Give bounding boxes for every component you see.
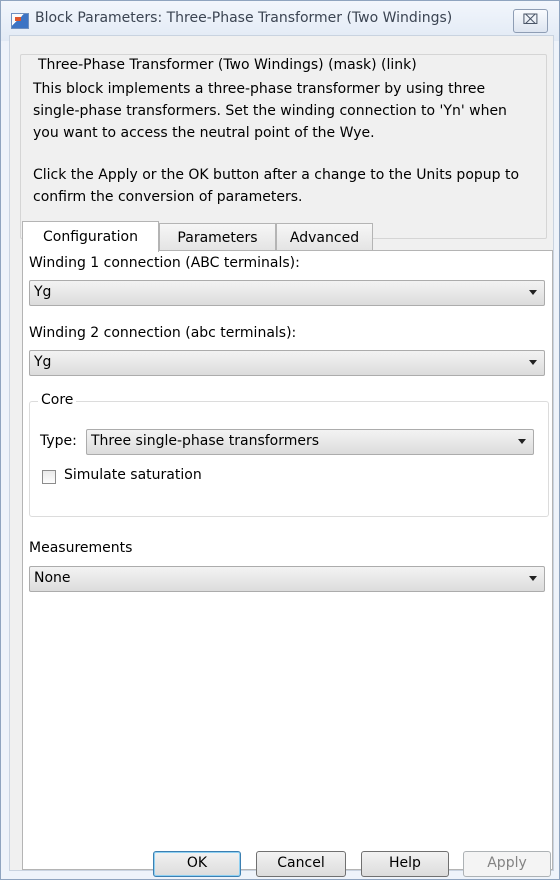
simulate-saturation-checkbox[interactable] [42, 470, 56, 484]
winding2-select[interactable]: Yg [29, 350, 545, 376]
chevron-down-icon [529, 290, 537, 295]
cancel-button-label: Cancel [277, 855, 325, 871]
tab-parameters[interactable]: Parameters [159, 223, 276, 252]
description-line-1: This block implements a three-phase tran… [33, 81, 486, 97]
simulink-block-icon [11, 13, 29, 29]
tab-configuration-label: Configuration [43, 229, 138, 245]
core-type-select[interactable]: Three single-phase transformers [86, 429, 534, 455]
winding1-value: Yg [34, 284, 52, 300]
help-button[interactable]: Help [361, 851, 449, 877]
winding1-select[interactable]: Yg [29, 280, 545, 306]
dialog-window: Block Parameters: Three-Phase Transforme… [0, 0, 560, 880]
measurements-select[interactable]: None [29, 566, 545, 592]
help-button-label: Help [389, 855, 421, 871]
note-line-2: confirm the conversion of parameters. [33, 189, 303, 205]
core-legend: Core [38, 392, 77, 408]
chevron-down-icon [518, 439, 526, 444]
chevron-down-icon [529, 360, 537, 365]
tab-parameters-label: Parameters [177, 230, 258, 246]
core-group: Core Type: Three single-phase transforme… [29, 392, 549, 517]
ok-button-label: OK [186, 855, 208, 871]
chevron-down-icon [529, 576, 537, 581]
apply-button-label: Apply [487, 855, 527, 871]
core-type-label: Type: [40, 433, 77, 449]
description-line-3: you want to access the neutral point of … [33, 125, 375, 141]
ok-button[interactable]: OK [153, 851, 241, 877]
simulate-saturation-label[interactable]: Simulate saturation [64, 467, 202, 483]
close-icon: ⌧ [522, 12, 539, 28]
configuration-panel: Winding 1 connection (ABC terminals): Yg… [22, 250, 553, 870]
core-type-value: Three single-phase transformers [91, 433, 320, 449]
close-button[interactable]: ⌧ [513, 9, 548, 33]
description-line-2: single-phase transformers. Set the windi… [33, 103, 507, 119]
dialog-body: Three-Phase Transformer (Two Windings) (… [9, 35, 554, 877]
apply-button[interactable]: Apply [463, 851, 551, 877]
measurements-label: Measurements [29, 540, 133, 556]
winding1-label: Winding 1 connection (ABC terminals): [29, 255, 300, 271]
measurements-value: None [34, 570, 71, 586]
winding2-value: Yg [34, 354, 52, 370]
winding2-label: Winding 2 connection (abc terminals): [29, 325, 297, 341]
tab-advanced-label: Advanced [289, 230, 360, 246]
tab-advanced[interactable]: Advanced [276, 223, 373, 252]
mask-header: Three-Phase Transformer (Two Windings) (… [35, 57, 420, 73]
note-line-1: Click the Apply or the OK button after a… [33, 167, 520, 183]
cancel-button[interactable]: Cancel [256, 851, 346, 877]
window-title: Block Parameters: Three-Phase Transforme… [35, 10, 453, 26]
tab-container: Configuration Parameters Advanced Windin… [22, 221, 553, 870]
tab-configuration[interactable]: Configuration [22, 221, 159, 252]
